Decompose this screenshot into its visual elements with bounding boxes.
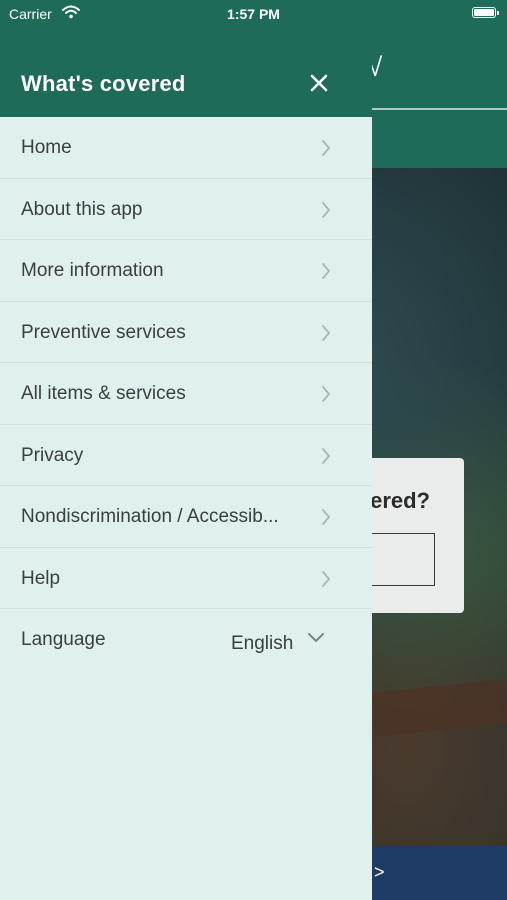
menu-item-label: Help [21,567,61,589]
menu-item-label: All items & services [21,383,186,404]
language-selector[interactable]: Language English [0,609,372,671]
menu-item-label: Home [21,137,72,158]
chevron-right-icon [321,324,331,347]
menu-item-label: Nondiscrimination / Accessib... [21,506,279,527]
chevron-right-icon [321,262,331,285]
menu-list: Home About this app More information Pre… [0,117,372,671]
menu-item-privacy[interactable]: Privacy [0,425,372,486]
menu-item-all-items-services[interactable]: All items & services [0,363,372,425]
chevron-right-icon [321,508,331,531]
language-value: English [231,633,294,654]
chevron-right-icon [321,139,331,162]
menu-item-nondiscrimination[interactable]: Nondiscrimination / Accessib... [0,486,372,548]
menu-item-preventive-services[interactable]: Preventive services [0,302,372,363]
menu-item-home[interactable]: Home [0,117,372,179]
menu-item-label: Privacy [21,444,84,466]
menu-item-about[interactable]: About this app [0,179,372,240]
menu-item-more-information[interactable]: More information [0,240,372,302]
close-button[interactable] [300,66,338,104]
menu-item-label: More information [21,260,164,281]
chevron-right-icon [321,447,331,470]
battery-icon [472,7,499,18]
navigation-drawer: What's covered Home About this app More … [0,0,372,900]
chevron-right-icon [321,385,331,408]
close-icon [310,74,328,97]
drawer-title: What's covered [21,71,186,96]
status-bar: Carrier 1:57 PM [0,0,507,28]
status-time: 1:57 PM [227,6,280,22]
language-label: Language [21,629,106,650]
header-divider [372,108,507,110]
chevron-right-icon [321,201,331,224]
menu-item-label: Preventive services [21,321,186,343]
chevron-down-icon [307,631,325,649]
chevron-right-icon [321,570,331,593]
menu-item-help[interactable]: Help [0,548,372,609]
chevron-right-icon: > [374,862,385,882]
menu-item-label: About this app [21,198,143,220]
